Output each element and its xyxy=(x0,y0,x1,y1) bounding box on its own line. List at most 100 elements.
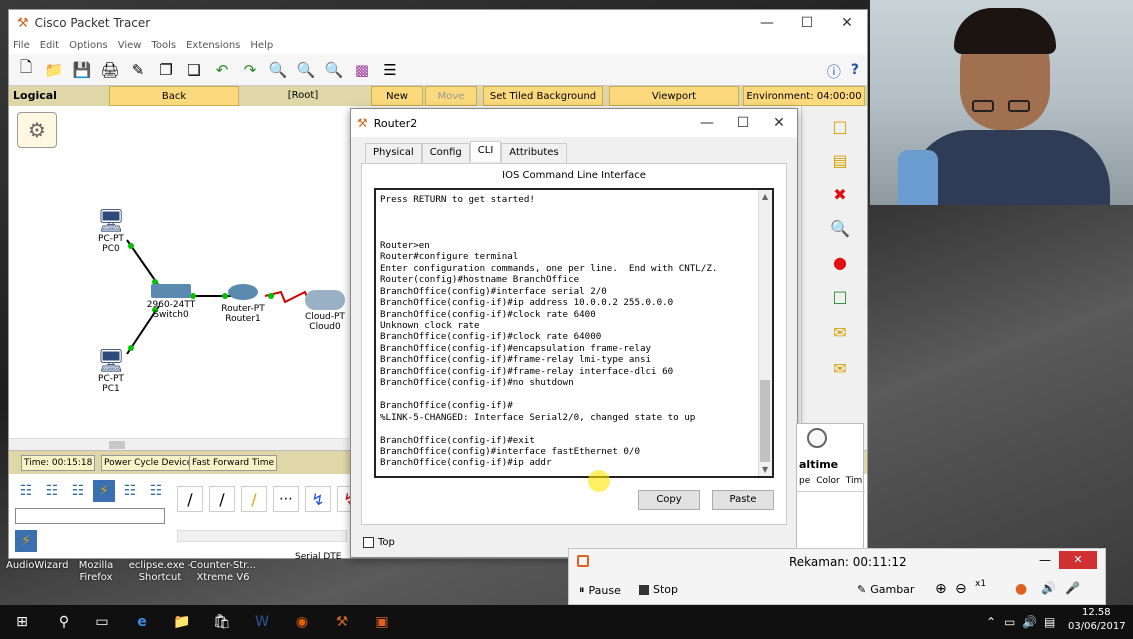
checkbox-icon[interactable] xyxy=(363,537,374,548)
network-icon[interactable]: ▭ xyxy=(1004,615,1015,629)
cli-scrollbar[interactable]: ▲ ▼ xyxy=(758,190,772,476)
search-icon[interactable]: ⚲ xyxy=(54,612,74,632)
minimize-button[interactable]: — xyxy=(747,10,787,36)
menu-options[interactable]: Options xyxy=(69,40,108,51)
device-router1[interactable]: Router-PT Router1 xyxy=(217,284,269,324)
fast-forward-time-button[interactable]: Fast Forward Time xyxy=(189,455,278,471)
dialog-minimize-button[interactable]: — xyxy=(689,109,725,137)
back-button[interactable]: Back xyxy=(109,86,239,106)
note-icon[interactable]: ▤ xyxy=(830,150,850,170)
connections-category-icon[interactable]: ⚡ xyxy=(93,480,115,502)
select-icon[interactable]: □ xyxy=(830,116,850,136)
cli-terminal[interactable]: Press RETURN to get started! Router>en Ro… xyxy=(374,188,774,478)
zoom-out-recorder-icon[interactable]: ⊖ xyxy=(955,581,967,597)
cli-output[interactable]: Press RETURN to get started! Router>en Ro… xyxy=(380,194,758,474)
draw-ellipse-icon[interactable]: ● xyxy=(830,252,850,272)
save-icon[interactable]: 💾 xyxy=(71,59,93,81)
device-pc1[interactable]: 🖥 PC-PT PC1 xyxy=(91,350,131,395)
microphone-icon[interactable]: 🎤 xyxy=(1065,581,1080,595)
delete-icon[interactable]: ✖ xyxy=(830,184,850,204)
routers-category-icon[interactable]: ☷ xyxy=(15,480,37,502)
set-tiled-background-button[interactable]: Set Tiled Background xyxy=(483,86,603,106)
menu-tools[interactable]: Tools xyxy=(151,40,176,51)
top-checkbox[interactable]: Top xyxy=(363,537,395,548)
palette-icon[interactable]: ▩ xyxy=(351,59,373,81)
resize-shape-icon[interactable]: □ xyxy=(830,286,850,306)
add-complex-pdu-icon[interactable]: ✉ xyxy=(830,358,850,378)
paste-button[interactable]: Paste xyxy=(712,490,774,510)
zoom-out-icon[interactable]: 🔍 xyxy=(323,59,345,81)
scroll-up-icon[interactable]: ▲ xyxy=(762,192,768,201)
firefox-icon[interactable]: ◉ xyxy=(292,612,312,632)
task-view-icon[interactable]: ▭ xyxy=(92,612,112,632)
desktop-icon-firefox[interactable]: Mozilla Firefox xyxy=(68,560,124,584)
device-cloud0[interactable]: Cloud-PT Cloud0 xyxy=(299,290,351,332)
recorder-close-button[interactable]: ✕ xyxy=(1059,551,1097,569)
edge-browser-icon[interactable]: e xyxy=(132,612,152,632)
open-folder-icon[interactable]: 📁 xyxy=(43,59,65,81)
scroll-down-icon[interactable]: ▼ xyxy=(762,465,768,474)
new-file-icon[interactable]: 🗋 xyxy=(15,58,37,81)
auto-connection-icon[interactable]: ⚡ xyxy=(15,530,37,552)
wan-emulation-category-icon[interactable]: ☷ xyxy=(145,480,167,502)
hubs-category-icon[interactable]: ☷ xyxy=(67,480,89,502)
speaker-icon[interactable]: 🔊 xyxy=(1041,581,1056,595)
device-switch0[interactable]: 2960-24TT Switch0 xyxy=(143,284,199,320)
help-question-icon[interactable]: ? xyxy=(851,62,859,82)
volume-icon[interactable]: 🔊 xyxy=(1022,615,1037,629)
end-devices-category-icon[interactable]: ☷ xyxy=(119,480,141,502)
paste-icon[interactable]: ❑ xyxy=(183,59,205,81)
menu-file[interactable]: File xyxy=(13,40,30,51)
tab-physical[interactable]: Physical xyxy=(365,143,422,163)
zoom-reset-icon[interactable]: 🔍 xyxy=(295,59,317,81)
cli-scroll-thumb[interactable] xyxy=(760,380,770,462)
device-search-input[interactable] xyxy=(15,508,165,524)
info-icon[interactable]: ⓘ xyxy=(827,62,841,82)
packet-tracer-taskbar-icon[interactable]: ⚒ xyxy=(332,612,352,632)
environment-button[interactable]: Environment: 04:00:00 xyxy=(743,86,865,106)
serial-dce-cable-icon[interactable]: ↯ xyxy=(305,486,331,512)
add-simple-pdu-icon[interactable]: ✉ xyxy=(830,322,850,342)
connection-scrollbar[interactable] xyxy=(177,530,347,542)
menu-edit[interactable]: Edit xyxy=(40,40,59,51)
print-icon[interactable]: 🖨 xyxy=(99,59,121,81)
recorder-taskbar-icon[interactable]: ▣ xyxy=(372,612,392,632)
device-pc0[interactable]: 🖥 PC-PT PC0 xyxy=(91,210,131,255)
desktop-icon-audiowizard[interactable]: AudioWizard xyxy=(6,560,69,572)
clock-date[interactable]: 03/06/2017 xyxy=(1068,621,1126,632)
redo-icon[interactable]: ↷ xyxy=(239,59,261,81)
tab-config[interactable]: Config xyxy=(421,143,470,163)
gambar-button[interactable]: ✎ Gambar xyxy=(857,583,914,596)
pause-button[interactable]: ⏸ Pause xyxy=(579,583,621,597)
recorder-minimize-button[interactable]: — xyxy=(1039,553,1051,567)
menu-extensions[interactable]: Extensions xyxy=(186,40,240,51)
file-explorer-icon[interactable]: 📁 xyxy=(172,612,192,632)
stop-button[interactable]: Stop xyxy=(639,583,678,596)
store-icon[interactable]: 🛍 xyxy=(212,612,232,632)
zoom-in-icon[interactable]: 🔍 xyxy=(267,59,289,81)
dialog-close-button[interactable]: ✕ xyxy=(761,109,797,137)
inspect-icon[interactable]: 🔍 xyxy=(830,218,850,238)
maximize-button[interactable]: ☐ xyxy=(787,10,827,36)
tab-cli[interactable]: CLI xyxy=(469,141,502,161)
desktop-icon-counter-strike[interactable]: Counter-Str... Xtreme V6 xyxy=(190,560,256,584)
menu-view[interactable]: View xyxy=(118,40,142,51)
custom-devices-icon[interactable]: ☰ xyxy=(379,59,401,81)
undo-icon[interactable]: ↶ xyxy=(211,59,233,81)
viewport-button[interactable]: Viewport xyxy=(609,86,739,106)
power-cycle-devices-button[interactable]: Power Cycle Devices xyxy=(101,455,200,471)
horizontal-scrollbar[interactable] xyxy=(9,438,349,450)
start-windows-icon[interactable]: ⊞ xyxy=(12,612,32,632)
webcam-toggle-icon[interactable]: ● xyxy=(1015,581,1027,597)
fiber-cable-icon[interactable]: ⋯ xyxy=(273,486,299,512)
copy-button[interactable]: Copy xyxy=(638,490,700,510)
copy-icon[interactable]: ❐ xyxy=(155,59,177,81)
new-cluster-button[interactable]: New Cluster xyxy=(371,86,423,122)
straight-through-cable-icon[interactable]: ∕ xyxy=(209,486,235,512)
dialog-maximize-button[interactable]: ☐ xyxy=(725,109,761,137)
move-object-button[interactable]: Move Object xyxy=(425,86,477,122)
realtime-label[interactable]: altime xyxy=(799,458,838,471)
menu-help[interactable]: Help xyxy=(250,40,273,51)
tray-up-arrow-icon[interactable]: ⌃ xyxy=(986,615,996,629)
zoom-in-recorder-icon[interactable]: ⊕ xyxy=(935,581,947,597)
